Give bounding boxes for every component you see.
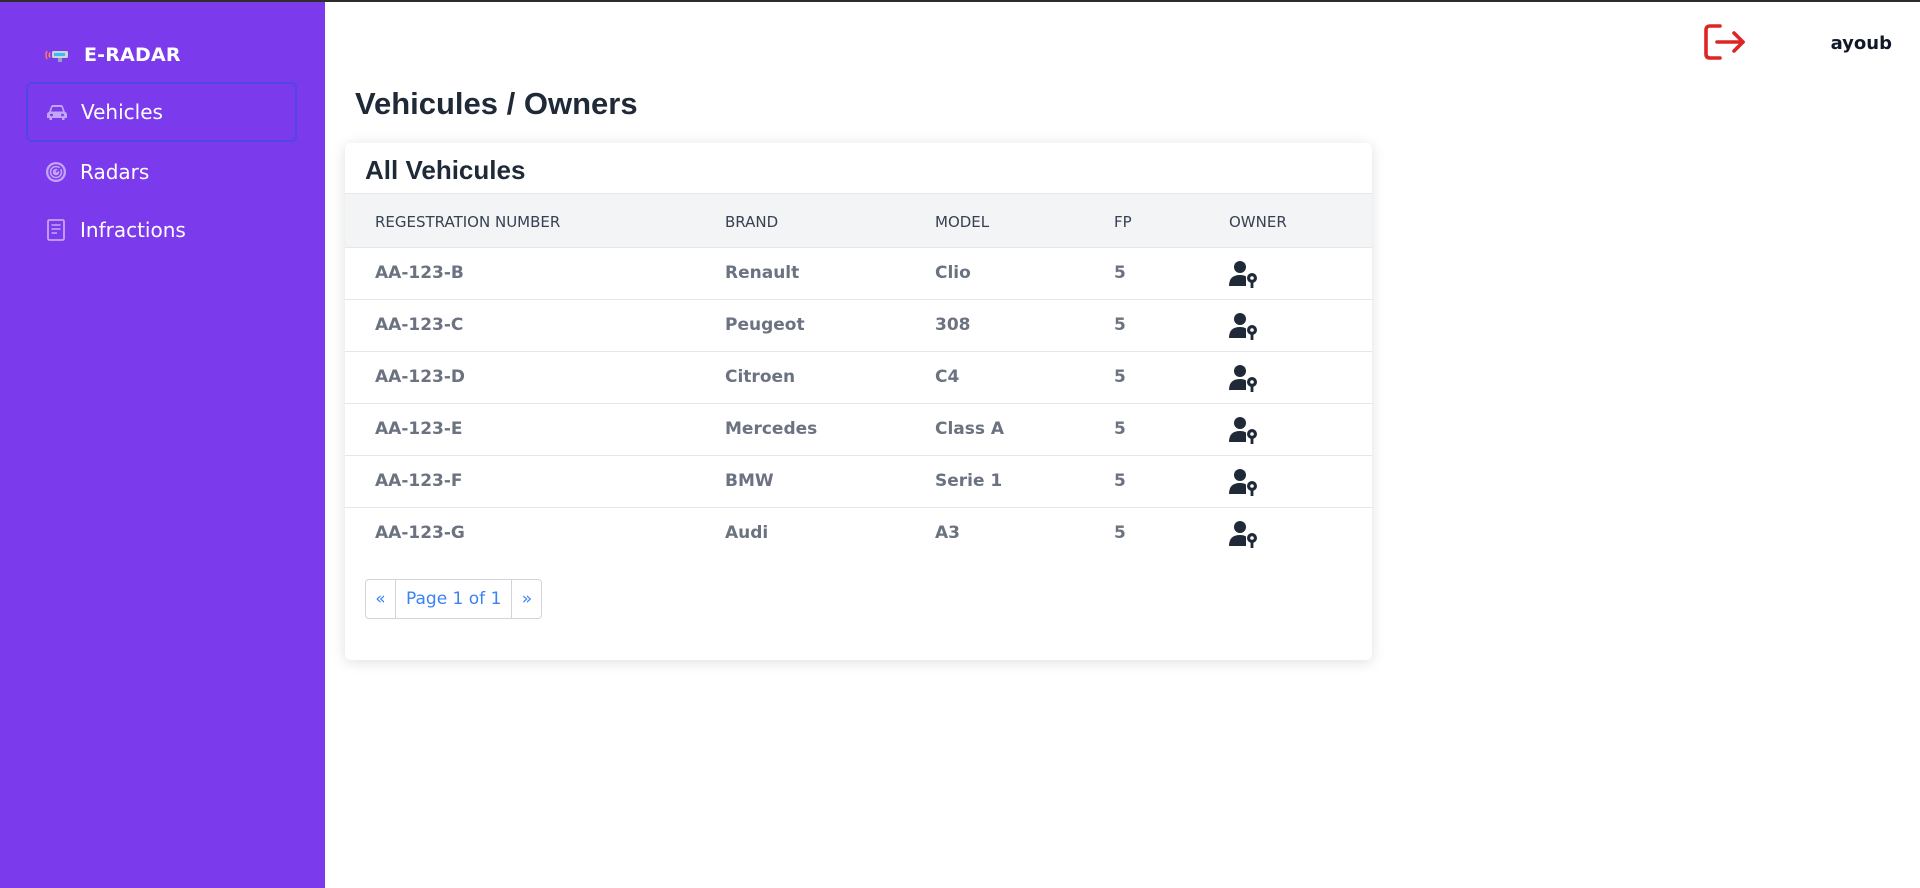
sidebar: E-RADAR Vehicles Radars Infractions <box>0 2 325 888</box>
owner-button[interactable] <box>1229 363 1259 393</box>
user-key-icon <box>1229 313 1257 340</box>
pagination-next-button[interactable]: » <box>512 580 541 618</box>
registration-cell: AA-123-F <box>375 471 463 491</box>
model-cell: 308 <box>935 315 971 335</box>
radar-icon <box>44 160 68 184</box>
user-key-icon <box>1229 521 1257 548</box>
fp-cell: 5 <box>1114 523 1126 543</box>
car-icon <box>45 100 69 124</box>
sidebar-item-label: Radars <box>80 160 150 184</box>
column-header-brand: BRAND <box>725 213 779 231</box>
column-header-owner: OWNER <box>1229 213 1287 231</box>
fp-cell: 5 <box>1114 315 1126 335</box>
logout-button[interactable] <box>1702 22 1748 62</box>
brand-cell: Citroen <box>725 367 796 387</box>
pagination-info: Page 1 of 1 <box>396 580 513 618</box>
owner-button[interactable] <box>1229 415 1259 445</box>
owner-button[interactable] <box>1229 311 1259 341</box>
logout-icon <box>1704 24 1745 60</box>
brand-cell: Mercedes <box>725 419 818 439</box>
document-icon <box>44 218 68 242</box>
username[interactable]: ayoub <box>1820 33 1892 54</box>
sidebar-item-label: Vehicles <box>81 100 163 124</box>
column-header-registration: REGESTRATION NUMBER <box>375 213 561 231</box>
registration-cell: AA-123-G <box>375 523 465 543</box>
fp-cell: 5 <box>1114 471 1126 491</box>
user-key-icon <box>1229 365 1257 392</box>
brand-cell: BMW <box>725 471 774 491</box>
fp-cell: 5 <box>1114 367 1126 387</box>
page-title: Vehicules / Owners <box>355 86 638 121</box>
user-key-icon <box>1229 417 1257 444</box>
brand[interactable]: E-RADAR <box>44 44 181 66</box>
column-header-fp: FP <box>1114 213 1132 231</box>
registration-cell: AA-123-D <box>375 367 466 387</box>
model-cell: Clio <box>935 263 971 283</box>
owner-button[interactable] <box>1229 519 1259 549</box>
column-header-model: MODEL <box>935 213 990 231</box>
pagination-prev-button[interactable]: « <box>366 580 396 618</box>
registration-cell: AA-123-B <box>375 263 464 283</box>
table-row: AA-123-G Audi A3 5 <box>345 508 1372 560</box>
table-row: AA-123-D Citroen C4 5 <box>345 352 1372 404</box>
sidebar-item-label: Infractions <box>80 218 186 242</box>
model-cell: C4 <box>935 367 960 387</box>
sidebar-item-infractions[interactable]: Infractions <box>26 200 297 260</box>
fp-cell: 5 <box>1114 263 1126 283</box>
pagination: « Page 1 of 1 » <box>365 579 543 619</box>
owner-button[interactable] <box>1229 467 1259 497</box>
brand-cell: Audi <box>725 523 769 543</box>
brand-title: E-RADAR <box>84 44 181 66</box>
vehicles-card: All Vehicules REGESTRATION NUMBER BRAND … <box>345 143 1372 660</box>
radar-camera-icon <box>44 45 70 65</box>
brand-cell: Peugeot <box>725 315 805 335</box>
owner-button[interactable] <box>1229 259 1259 289</box>
model-cell: A3 <box>935 523 960 543</box>
table-header: REGESTRATION NUMBER BRAND MODEL FP OWNER <box>345 193 1372 248</box>
fp-cell: 5 <box>1114 419 1126 439</box>
brand-cell: Renault <box>725 263 800 283</box>
card-title: All Vehicules <box>365 155 526 185</box>
table-row: AA-123-E Mercedes Class A 5 <box>345 404 1372 456</box>
table-row: AA-123-B Renault Clio 5 <box>345 248 1372 300</box>
table-row: AA-123-C Peugeot 308 5 <box>345 300 1372 352</box>
registration-cell: AA-123-C <box>375 315 464 335</box>
table-row: AA-123-F BMW Serie 1 5 <box>345 456 1372 508</box>
sidebar-item-radars[interactable]: Radars <box>26 142 297 202</box>
sidebar-item-vehicles[interactable]: Vehicles <box>26 82 297 142</box>
model-cell: Class A <box>935 419 1005 439</box>
model-cell: Serie 1 <box>935 471 1003 491</box>
registration-cell: AA-123-E <box>375 419 463 439</box>
user-key-icon <box>1229 261 1257 288</box>
user-key-icon <box>1229 469 1257 496</box>
vehicles-table: REGESTRATION NUMBER BRAND MODEL FP OWNER… <box>345 193 1372 560</box>
